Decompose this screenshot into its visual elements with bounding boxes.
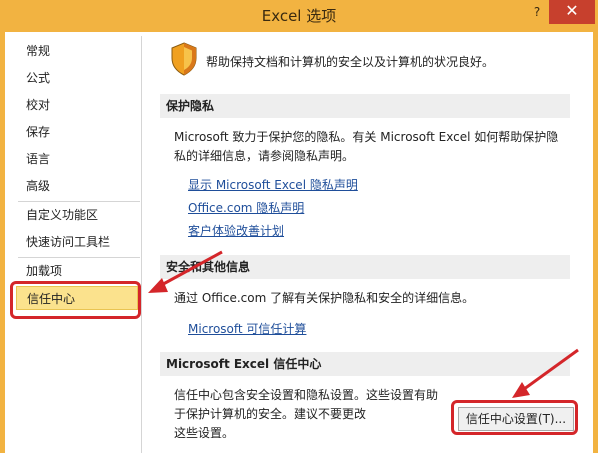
arrow-icon <box>512 348 579 398</box>
arrow-icon <box>148 250 223 293</box>
annotation-arrows <box>148 250 579 398</box>
